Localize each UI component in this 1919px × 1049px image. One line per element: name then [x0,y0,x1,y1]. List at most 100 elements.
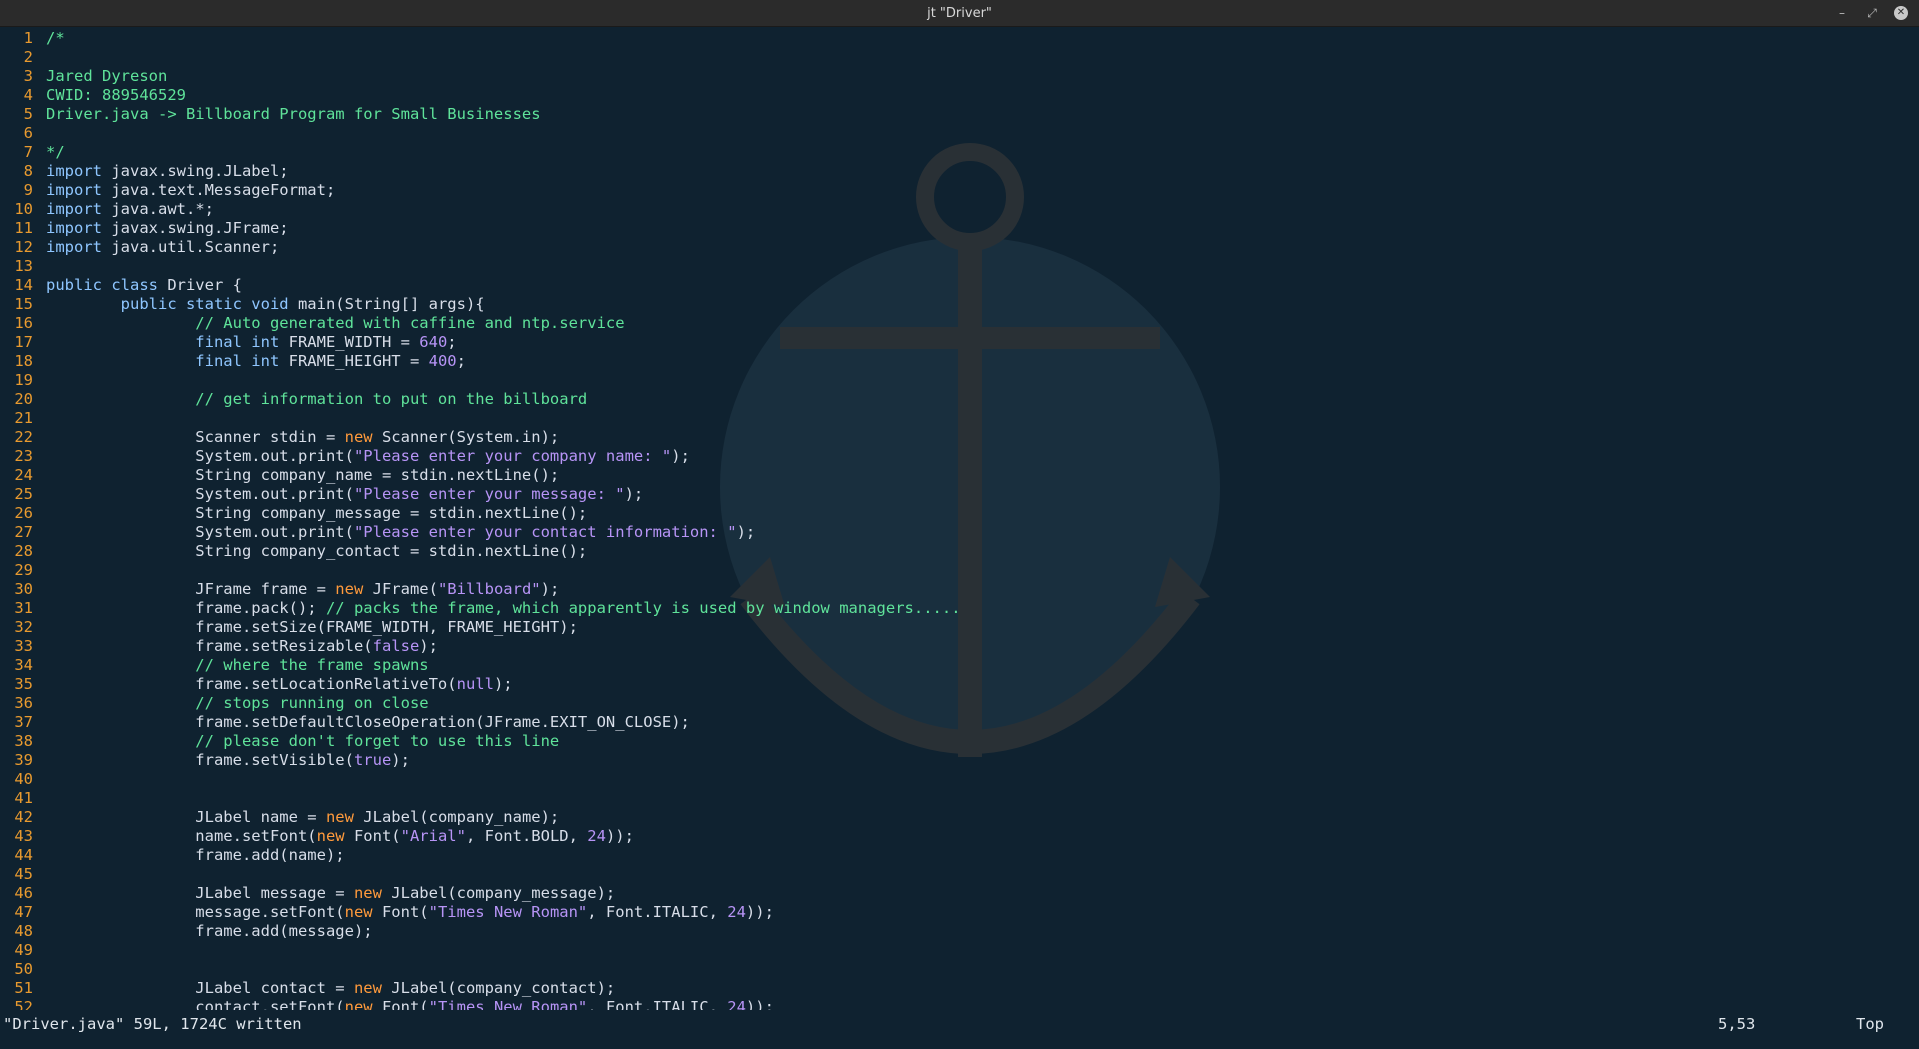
code-line[interactable]: 27 System.out.print("Please enter your c… [0,523,961,542]
scroll-position: Top [1856,1015,1884,1033]
code-token: )); [745,998,774,1010]
code-line[interactable]: 48 frame.add(message); [0,922,961,941]
code-token: JLabel(company_contact); [381,979,616,997]
code-line[interactable]: 4 CWID: 889546529 [0,86,961,105]
code-line[interactable]: 33 frame.setResizable(false); [0,637,961,656]
code-token: frame.add(name); [46,846,345,864]
code-line[interactable]: 11 import javax.swing.JFrame; [0,219,961,238]
code-line[interactable]: 52 contact.setFont(new Font("Times New R… [0,998,961,1010]
code-line[interactable]: 19 [0,371,961,390]
code-line[interactable]: 18 final int FRAME_HEIGHT = 400; [0,352,961,371]
code-line[interactable]: 24 String company_name = stdin.nextLine(… [0,466,961,485]
code-token: new [344,998,373,1010]
code-token: // get information to put on the billboa… [46,390,588,408]
code-token: Scanner(System.in); [372,428,560,446]
line-number: 42 [14,808,33,826]
code-line[interactable]: 35 frame.setLocationRelativeTo(null); [0,675,961,694]
code-token: 640 [419,333,448,351]
maximize-button[interactable]: ⤢ [1865,6,1879,20]
line-number: 16 [14,314,33,332]
code-token: ); [540,580,560,598]
code-line[interactable]: 10 import java.awt.*; [0,200,961,219]
code-token: final int [46,352,280,370]
line-number: 34 [14,656,33,674]
code-line[interactable]: 30 JFrame frame = new JFrame("Billboard"… [0,580,961,599]
code-line[interactable]: 14 public class Driver { [0,276,961,295]
code-token: Driver { [157,276,242,294]
code-line[interactable]: 23 System.out.print("Please enter your c… [0,447,961,466]
code-token: String company_contact = stdin.nextLine(… [46,542,588,560]
code-lines[interactable]: 1 /* 2 3 Jared Dyreson 4 CWID: 889546529 5 Drive… [0,29,961,1010]
code-token: new [335,580,364,598]
code-line[interactable]: 5 Driver.java -> Billboard Program for Sm… [0,105,961,124]
code-line[interactable]: 43 name.setFont(new Font("Arial", Font.B… [0,827,961,846]
line-number: 5 [23,105,33,123]
line-number: 20 [14,390,33,408]
line-number: 22 [14,428,33,446]
code-line[interactable]: 16 // Auto generated with caffine and nt… [0,314,961,333]
code-token: ); [493,675,513,693]
code-token: ); [736,523,756,541]
line-number: 28 [14,542,33,560]
code-line[interactable]: 37 frame.setDefaultCloseOperation(JFrame… [0,713,961,732]
code-token: import [46,219,102,237]
code-token: frame.setLocationRelativeTo( [46,675,457,693]
code-line[interactable]: 31 frame.pack(); // packs the frame, whi… [0,599,960,618]
code-token: "Please enter your message: " [353,485,625,503]
code-line[interactable]: 44 frame.add(name); [0,846,961,865]
code-token: frame.setDefaultCloseOperation(JFrame.EX… [46,713,690,731]
code-line[interactable]: 17 final int FRAME_WIDTH = 640; [0,333,961,352]
code-line[interactable]: 25 System.out.print("Please enter your m… [0,485,961,504]
code-line[interactable]: 1 /* [0,29,961,48]
line-number: 17 [14,333,33,351]
code-line[interactable]: 2 [0,48,961,67]
code-line[interactable]: 20 // get information to put on the bill… [0,390,961,409]
code-line[interactable]: 29 [0,561,961,580]
code-line[interactable]: 38 // please don't forget to use this li… [0,732,961,751]
vim-editor[interactable]: 1 /* 2 3 Jared Dyreson 4 CWID: 889546529 5 Drive… [0,27,1919,1010]
code-line[interactable]: 6 [0,124,961,143]
code-line[interactable]: 50 [0,960,961,979]
code-line[interactable]: 12 import java.util.Scanner; [0,238,961,257]
code-line[interactable]: 8 import javax.swing.JLabel; [0,162,961,181]
code-line[interactable]: 46 JLabel message = new JLabel(company_m… [0,884,961,903]
code-token: // please don't forget to use this line [46,732,560,750]
code-token: JFrame frame = [46,580,336,598]
code-line[interactable]: 47 message.setFont(new Font("Times New R… [0,903,961,922]
code-line[interactable]: 39 frame.setVisible(true); [0,751,961,770]
minimize-button[interactable]: – [1835,6,1849,20]
line-number: 6 [23,124,33,142]
line-number: 13 [14,257,33,275]
code-line[interactable]: 36 // stops running on close [0,694,961,713]
code-line[interactable]: 51 JLabel contact = new JLabel(company_c… [0,979,961,998]
code-line[interactable]: 3 Jared Dyreson [0,67,961,86]
code-line[interactable]: 49 [0,941,961,960]
code-line[interactable]: 32 frame.setSize(FRAME_WIDTH, FRAME_HEIG… [0,618,961,637]
code-line[interactable]: 26 String company_message = stdin.nextLi… [0,504,961,523]
code-token: public static void [46,295,289,313]
code-line[interactable]: 34 // where the frame spawns [0,656,961,675]
code-line[interactable]: 40 [0,770,961,789]
code-token: frame.setResizable( [46,637,373,655]
line-number: 15 [14,295,33,313]
line-number: 52 [14,998,33,1010]
code-line[interactable]: 9 import java.text.MessageFormat; [0,181,961,200]
code-line[interactable]: 28 String company_contact = stdin.nextLi… [0,542,961,561]
line-number: 30 [14,580,33,598]
window-titlebar[interactable]: jt "Driver" – ⤢ ✕ [0,0,1919,27]
code-line[interactable]: 21 [0,409,961,428]
close-button[interactable]: ✕ [1894,6,1908,20]
code-token: , Font.BOLD, [465,827,588,845]
window-title: jt "Driver" [927,6,992,21]
code-line[interactable]: 42 JLabel name = new JLabel(company_name… [0,808,961,827]
code-token: JLabel(company_name); [353,808,560,826]
code-line[interactable]: 15 public static void main(String[] args… [0,295,961,314]
code-line[interactable]: 41 [0,789,961,808]
code-line[interactable]: 13 [0,257,961,276]
code-token: frame.pack(); [46,599,326,617]
line-number: 24 [14,466,33,484]
code-line[interactable]: 7 */ [0,143,961,162]
code-line[interactable]: 45 [0,865,961,884]
code-line[interactable]: 22 Scanner stdin = new Scanner(System.in… [0,428,961,447]
code-token: */ [46,143,65,161]
